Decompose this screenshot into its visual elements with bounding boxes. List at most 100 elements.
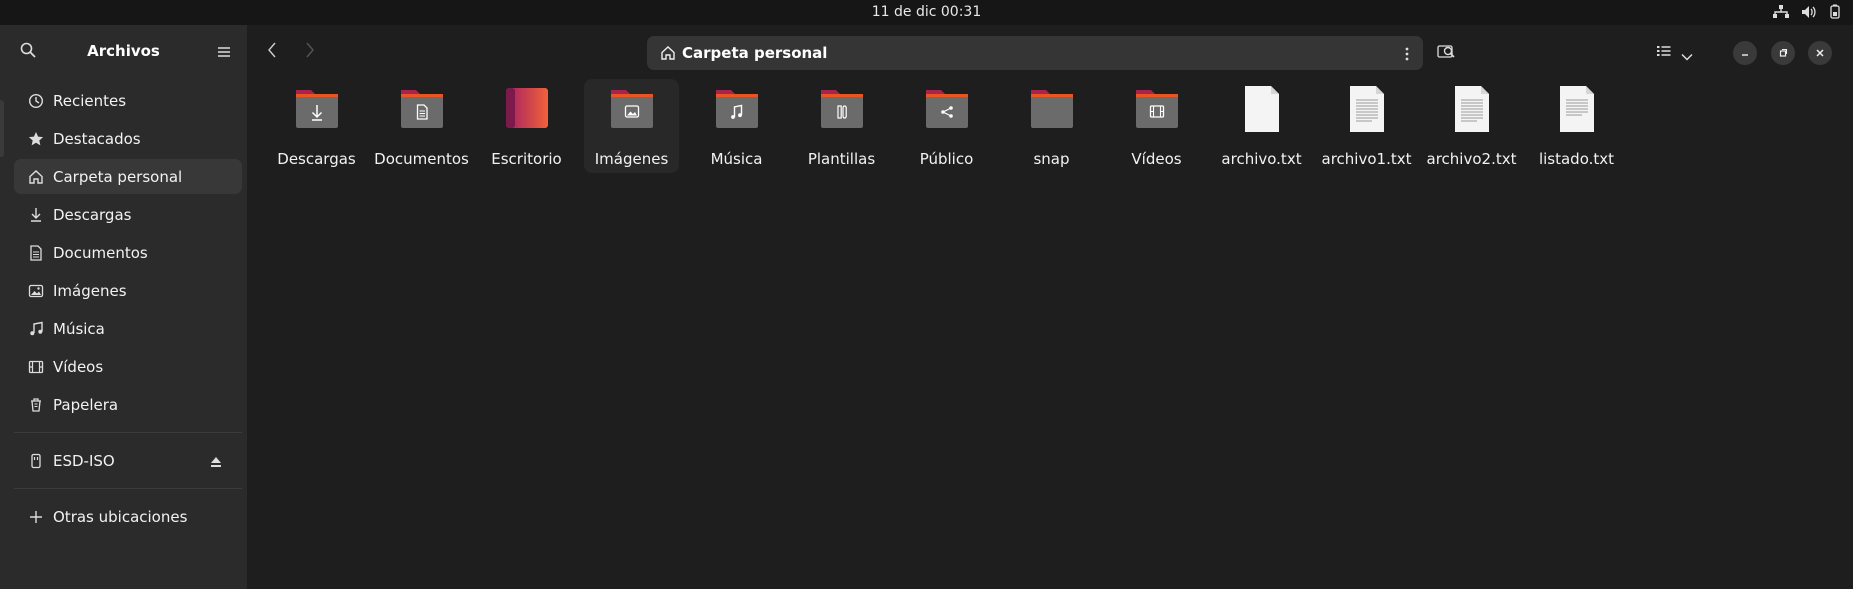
sidebar-divider bbox=[14, 432, 242, 433]
file-name: Música bbox=[710, 150, 763, 168]
eject-icon[interactable] bbox=[210, 454, 222, 472]
file-item-escritorio[interactable]: Escritorio bbox=[479, 79, 574, 173]
home-icon bbox=[660, 45, 676, 65]
usb-drive-icon bbox=[28, 453, 44, 469]
folder-document-icon bbox=[400, 90, 443, 128]
music-icon bbox=[28, 321, 44, 337]
sidebar-item-documentos[interactable]: Documentos bbox=[14, 235, 242, 270]
file-name: Documentos bbox=[374, 150, 469, 168]
path-bar[interactable]: Carpeta personal bbox=[647, 36, 1423, 70]
sidebar-item-otras-ubicaciones[interactable]: Otras ubicaciones bbox=[14, 499, 242, 534]
desktop-folder-icon bbox=[505, 88, 548, 128]
folder-template-icon bbox=[820, 90, 863, 128]
clock-icon bbox=[28, 93, 44, 109]
download-icon bbox=[28, 207, 44, 223]
sidebar-item-videos[interactable]: Vídeos bbox=[14, 349, 242, 384]
sidebar-item-descargas[interactable]: Descargas bbox=[14, 197, 242, 232]
network-icon[interactable] bbox=[1773, 4, 1789, 19]
sidebar-header: Archivos bbox=[0, 25, 247, 77]
file-name: archivo.txt bbox=[1221, 150, 1302, 168]
minimize-icon bbox=[1742, 54, 1748, 56]
sidebar-item-label: Otras ubicaciones bbox=[53, 507, 188, 526]
sidebar-item-recientes[interactable]: Recientes bbox=[14, 83, 242, 118]
file-item-imagenes[interactable]: Imágenes bbox=[584, 79, 679, 173]
search-location-icon[interactable] bbox=[1437, 43, 1457, 63]
sidebar-item-label: Destacados bbox=[53, 129, 141, 148]
image-icon bbox=[28, 283, 44, 299]
sidebar-item-label: Imágenes bbox=[53, 281, 127, 300]
sidebar-item-esd-iso[interactable]: ESD-ISO bbox=[14, 443, 242, 478]
sidebar-item-label: Música bbox=[53, 319, 105, 338]
folder-image-icon bbox=[610, 90, 653, 128]
list-view-icon[interactable] bbox=[1656, 43, 1672, 62]
home-icon bbox=[28, 169, 44, 185]
folder-icon bbox=[1030, 90, 1073, 128]
back-icon[interactable] bbox=[267, 41, 277, 63]
file-grid: Descargas Documentos Escritorio Imágenes… bbox=[269, 79, 1634, 173]
sidebar-item-musica[interactable]: Música bbox=[14, 311, 242, 346]
clock[interactable]: 11 de dic 00:31 bbox=[0, 4, 1853, 20]
app-title: Archivos bbox=[87, 42, 160, 60]
file-item-publico[interactable]: Público bbox=[899, 79, 994, 173]
folder-download-icon bbox=[295, 90, 338, 128]
file-name: Descargas bbox=[277, 150, 356, 168]
file-name: Imágenes bbox=[594, 150, 669, 168]
close-button[interactable] bbox=[1808, 41, 1832, 65]
file-item-descargas[interactable]: Descargas bbox=[269, 79, 364, 173]
sidebar-item-label: Recientes bbox=[53, 91, 127, 110]
sidebar-item-label: Descargas bbox=[53, 205, 132, 224]
folder-video-icon bbox=[1135, 90, 1178, 128]
file-name: listado.txt bbox=[1538, 150, 1615, 168]
file-item-videos[interactable]: Vídeos bbox=[1109, 79, 1204, 173]
minimize-button[interactable] bbox=[1733, 41, 1757, 65]
file-item-snap[interactable]: snap bbox=[1004, 79, 1099, 173]
maximize-button[interactable] bbox=[1771, 41, 1795, 65]
trash-icon bbox=[28, 397, 44, 413]
main-content: Carpeta personal Descargas Documentos Es… bbox=[247, 25, 1853, 589]
sidebar-divider bbox=[14, 488, 242, 489]
system-tray[interactable] bbox=[1773, 4, 1843, 19]
chevron-down-icon[interactable] bbox=[1681, 46, 1693, 65]
file-item-documentos[interactable]: Documentos bbox=[374, 79, 469, 173]
file-item-musica[interactable]: Música bbox=[689, 79, 784, 173]
file-item-listado-txt[interactable]: listado.txt bbox=[1529, 79, 1624, 173]
file-item-plantillas[interactable]: Plantillas bbox=[794, 79, 889, 173]
text-file-icon bbox=[1454, 86, 1489, 132]
top-bar: 11 de dic 00:31 bbox=[0, 0, 1853, 25]
sidebar-places: Recientes Destacados Carpeta personal De… bbox=[14, 83, 242, 537]
sidebar-item-papelera[interactable]: Papelera bbox=[14, 387, 242, 422]
sidebar-item-destacados[interactable]: Destacados bbox=[14, 121, 242, 156]
blank-file-icon bbox=[1244, 86, 1279, 132]
file-name: Vídeos bbox=[1131, 150, 1182, 168]
text-file-icon bbox=[1559, 86, 1594, 132]
file-item-archivo-txt[interactable]: archivo.txt bbox=[1214, 79, 1309, 173]
folder-share-icon bbox=[925, 90, 968, 128]
file-item-archivo1-txt[interactable]: archivo1.txt bbox=[1319, 79, 1414, 173]
hamburger-menu-icon[interactable] bbox=[217, 43, 231, 62]
plus-icon bbox=[28, 509, 44, 525]
forward-icon[interactable] bbox=[305, 41, 315, 63]
sidebar-item-imagenes[interactable]: Imágenes bbox=[14, 273, 242, 308]
file-name: archivo2.txt bbox=[1426, 150, 1517, 168]
folder-music-icon bbox=[715, 90, 758, 128]
file-name: Escritorio bbox=[491, 150, 562, 168]
close-icon bbox=[1816, 49, 1824, 57]
volume-icon[interactable] bbox=[1801, 5, 1817, 19]
battery-icon[interactable] bbox=[1829, 4, 1843, 19]
kebab-menu-icon[interactable] bbox=[1405, 46, 1409, 65]
restore-icon bbox=[1779, 48, 1788, 57]
path-label[interactable]: Carpeta personal bbox=[682, 44, 827, 62]
sidebar-item-label: Documentos bbox=[53, 243, 148, 262]
file-name: Plantillas bbox=[807, 150, 876, 168]
text-file-icon bbox=[1349, 86, 1384, 132]
document-icon bbox=[28, 244, 44, 261]
sidebar-item-label: ESD-ISO bbox=[53, 451, 115, 470]
file-item-archivo2-txt[interactable]: archivo2.txt bbox=[1424, 79, 1519, 173]
file-name: archivo1.txt bbox=[1321, 150, 1412, 168]
star-icon bbox=[28, 131, 44, 147]
sidebar-item-carpeta-personal[interactable]: Carpeta personal bbox=[14, 159, 242, 194]
sidebar-item-label: Vídeos bbox=[53, 357, 104, 376]
sidebar-item-label: Carpeta personal bbox=[53, 167, 183, 186]
sidebar: Archivos Recientes Destacados Carpeta pe… bbox=[0, 25, 247, 589]
video-icon bbox=[28, 359, 44, 375]
